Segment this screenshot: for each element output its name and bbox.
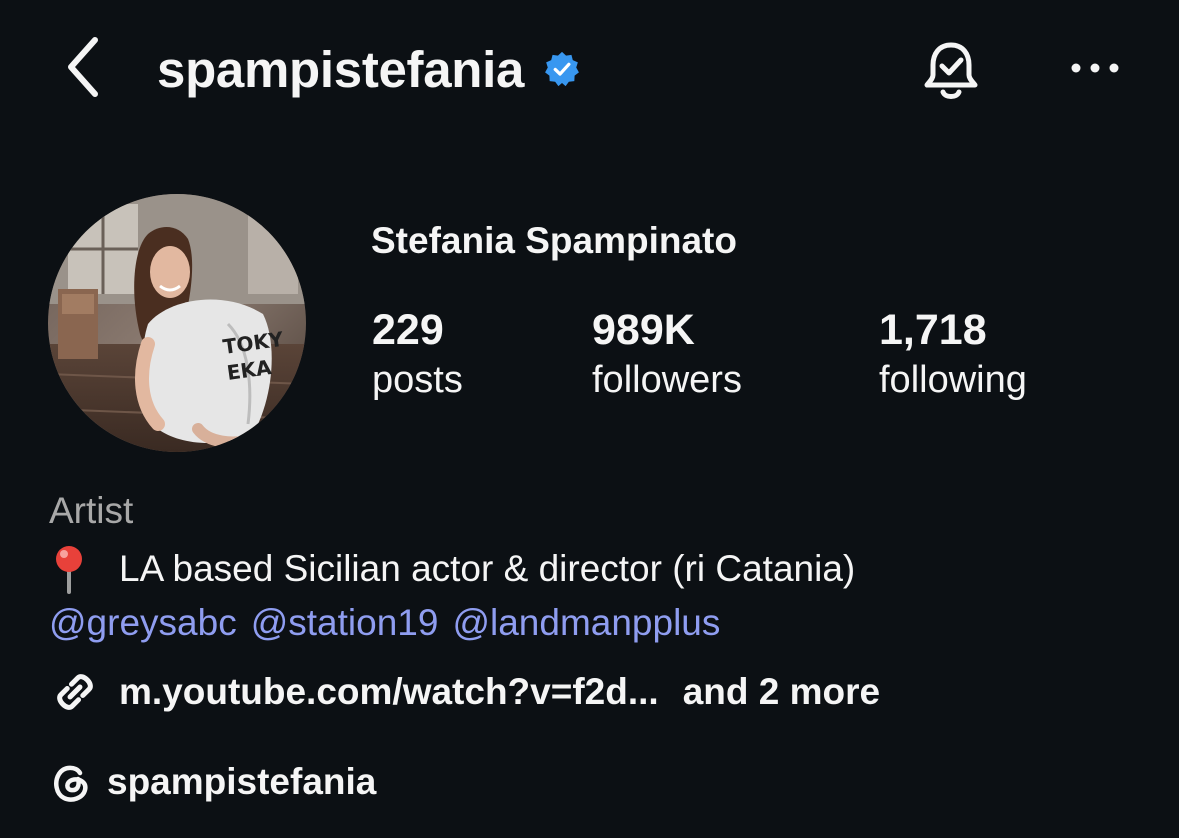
back-button[interactable] [58, 36, 108, 98]
stat-following[interactable]: 1,718 following [879, 306, 1027, 406]
bio-links: m.youtube.com/watch?v=f2d... and 2 more [49, 664, 880, 720]
posts-label: posts [372, 359, 463, 401]
profile-avatar[interactable]: TOKY EKA [48, 194, 306, 452]
more-horizontal-icon [1071, 63, 1119, 73]
threads-badge[interactable]: spampistefania [49, 754, 376, 810]
posts-count: 229 [372, 306, 444, 354]
profile-photo: TOKY EKA [48, 194, 306, 452]
threads-handle: spampistefania [107, 761, 377, 802]
chevron-left-icon [68, 37, 98, 97]
more-options-button[interactable] [1064, 48, 1126, 88]
stat-followers[interactable]: 989K followers [592, 306, 742, 406]
bio-description: LA based Sicilian actor & director (ri C… [49, 543, 855, 595]
followers-label: followers [592, 359, 742, 401]
username-label: spampistefania [157, 40, 525, 98]
more-links-button[interactable]: and 2 more [683, 671, 880, 713]
followers-count: 989K [592, 306, 695, 354]
following-label: following [879, 359, 1027, 401]
bio-text: LA based Sicilian actor & director (ri C… [119, 548, 856, 589]
full-name: Stefania Spampinato [371, 220, 737, 261]
bell-check-icon [924, 42, 978, 99]
bio-mentions: @greysabc @station19 @landmanpplus [49, 598, 734, 648]
link-url[interactable]: m.youtube.com/watch?v=f2d... [119, 671, 659, 713]
round-pushpin-icon [49, 543, 103, 595]
notifications-button[interactable] [914, 36, 988, 106]
stat-posts[interactable]: 229 posts [372, 306, 463, 406]
following-count: 1,718 [879, 306, 987, 354]
link-icon [49, 666, 101, 718]
mention-landmanpplus[interactable]: @landmanpplus [452, 602, 720, 644]
mention-greysabc[interactable]: @greysabc [49, 602, 237, 644]
mention-station19[interactable]: @station19 [251, 602, 439, 644]
username-title: spampistefania [157, 38, 580, 100]
threads-icon [49, 760, 93, 804]
profile-header: spampistefania [0, 0, 1179, 140]
profile-category: Artist [49, 490, 134, 531]
verified-badge-icon [544, 51, 580, 87]
